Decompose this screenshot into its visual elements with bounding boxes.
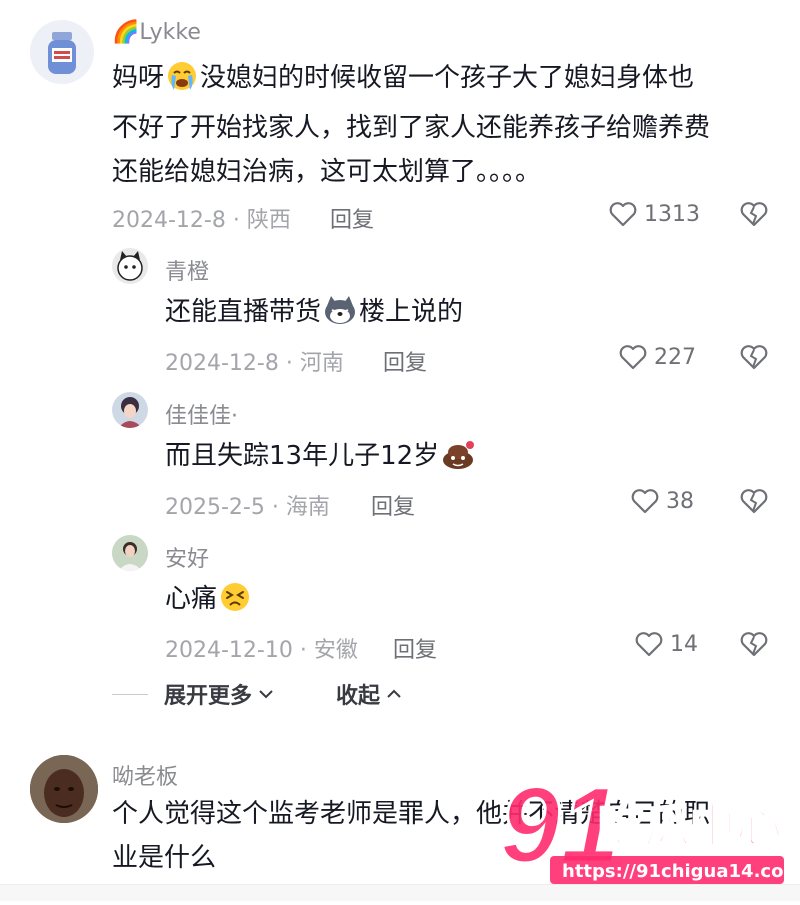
broken-heart-icon	[740, 489, 768, 514]
broken-heart-icon	[740, 632, 768, 657]
avatar[interactable]	[112, 248, 148, 284]
comment-username[interactable]: 🌈Lykke	[112, 20, 201, 45]
person-avatar-icon	[30, 755, 98, 823]
comment-username[interactable]: 呦老板	[112, 759, 178, 791]
reply-content: 而且失踪13年儿子12岁	[165, 434, 765, 484]
reply-meta: 2024-12-10 · 安徽	[165, 638, 358, 663]
replies-toggle-row: 展开更多 收起	[112, 676, 402, 712]
collapse-button[interactable]: 收起	[336, 678, 402, 710]
heart-icon	[609, 202, 637, 227]
reply-meta: 2025-2-5 · 海南	[165, 495, 330, 520]
anime-avatar-icon	[118, 397, 142, 428]
heart-icon	[631, 489, 659, 514]
cat-avatar-icon	[117, 251, 143, 281]
like-button[interactable]: 1313	[608, 199, 700, 229]
dislike-button[interactable]	[738, 199, 770, 229]
rainbow-icon: 🌈	[112, 20, 140, 45]
dislike-button[interactable]	[738, 342, 770, 372]
expand-more-button[interactable]: 展开更多	[164, 678, 274, 710]
gas-cylinder-avatar-icon	[48, 32, 76, 74]
heart-icon	[635, 632, 663, 657]
dislike-button[interactable]	[738, 486, 770, 516]
like-button[interactable]: 38	[630, 486, 694, 516]
reply-button[interactable]: 回复	[383, 345, 427, 377]
reply-meta: 2024-12-8 · 河南	[165, 351, 344, 376]
like-count: 14	[670, 631, 698, 657]
bottom-bar	[0, 885, 800, 901]
watermark-logo: 91 吃瓜中心 https://91chigua14.com	[499, 763, 800, 887]
reply-button[interactable]: 回复	[330, 202, 374, 234]
reply-button[interactable]: 回复	[371, 489, 415, 521]
broken-heart-icon	[740, 202, 768, 227]
reply-content: 还能直播带货 楼上说的	[165, 290, 765, 340]
comment-content: 妈呀 没媳妇的时候收留一个孩子大了媳妇身体也 不好了开始找家人，找到了家人还能养孩…	[112, 56, 772, 194]
broken-heart-icon	[740, 345, 768, 370]
crying-face-icon	[166, 60, 198, 106]
dislike-button[interactable]	[738, 629, 770, 659]
poop-icon	[441, 438, 477, 484]
chevron-down-icon	[259, 690, 273, 699]
avatar[interactable]	[30, 755, 98, 823]
divider-line	[112, 693, 148, 695]
persevering-face-icon	[219, 581, 251, 627]
reply-content: 心痛	[165, 577, 765, 627]
reply-button[interactable]: 回复	[393, 632, 437, 664]
reply-username[interactable]: 青橙	[165, 254, 209, 286]
like-count: 227	[654, 344, 696, 370]
reply-username[interactable]: 佳佳佳·	[165, 398, 238, 430]
like-count: 1313	[644, 201, 700, 227]
chevron-up-icon	[387, 689, 401, 698]
like-button[interactable]: 14	[634, 629, 698, 659]
avatar[interactable]	[30, 20, 94, 84]
avatar[interactable]	[112, 392, 148, 428]
like-count: 38	[666, 488, 694, 514]
person-avatar-icon	[112, 535, 148, 571]
watermark-text: 吃瓜中心	[598, 799, 782, 853]
heart-icon	[619, 345, 647, 370]
reply-username[interactable]: 安好	[165, 541, 209, 573]
comment-meta: 2024-12-8 · 陕西	[112, 208, 291, 233]
like-button[interactable]: 227	[618, 342, 696, 372]
avatar[interactable]	[112, 535, 148, 571]
watermark-url: https://91chigua14.com	[562, 861, 800, 882]
husky-dog-icon	[323, 294, 357, 340]
watermark: 91 吃瓜中心 https://91chigua14.com	[470, 763, 800, 901]
